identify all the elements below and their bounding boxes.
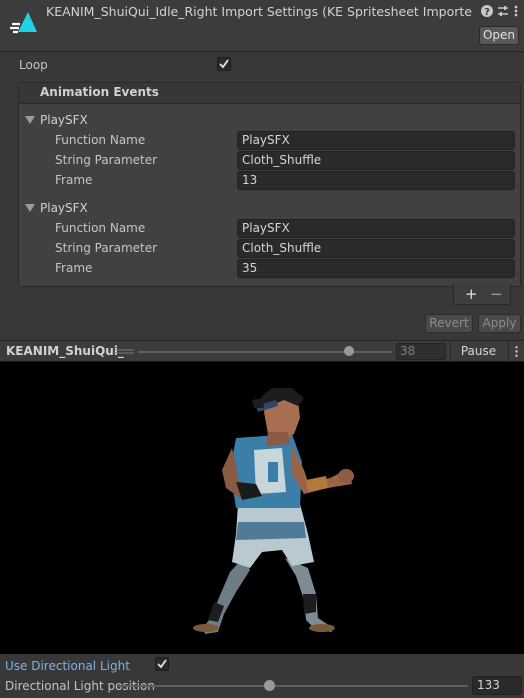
- pause-button[interactable]: Pause: [450, 341, 506, 362]
- animation-preview-viewport[interactable]: [0, 362, 524, 654]
- string-parameter-field[interactable]: Cloth_Shuffle: [237, 151, 515, 170]
- apply-button[interactable]: Apply: [478, 314, 521, 333]
- directional-light-slider-track[interactable]: [118, 685, 468, 687]
- function-name-label: Function Name: [55, 221, 146, 235]
- frame-field[interactable]: 35: [237, 259, 515, 278]
- preview-toolbar: KEANIM_ShuiQui_ 38 Pause: [0, 340, 524, 362]
- use-directional-light-label: Use Directional Light: [5, 659, 130, 673]
- function-name-label: Function Name: [55, 133, 146, 147]
- frame-field[interactable]: 13: [237, 171, 515, 190]
- function-name-field[interactable]: PlaySFX: [237, 131, 515, 150]
- clip-name: KEANIM_ShuiQui_: [6, 344, 124, 358]
- loop-label: Loop: [19, 58, 48, 72]
- remove-event-button[interactable]: −: [490, 285, 503, 303]
- checkmark-icon: [157, 659, 167, 669]
- directional-light-position-field[interactable]: 133: [472, 676, 522, 695]
- playback-speed-icon[interactable]: [114, 348, 134, 356]
- window-title: KEANIM_ShuiQui_Idle_Right Import Setting…: [46, 4, 472, 19]
- timeline-track[interactable]: [138, 351, 392, 353]
- preview-frame-field[interactable]: 38: [396, 343, 446, 360]
- lighting-controls: Use Directional Light Directional Light …: [0, 654, 524, 698]
- settings-sliders-icon[interactable]: [496, 4, 510, 18]
- character-sprite: [193, 388, 354, 634]
- animation-events-header: Animation Events: [19, 83, 520, 104]
- use-directional-light-checkbox[interactable]: [155, 657, 169, 671]
- frame-label: Frame: [55, 261, 93, 275]
- timeline-scrubber[interactable]: [343, 346, 354, 356]
- foldout-arrow-icon[interactable]: [25, 116, 35, 124]
- ke-importer-logo-icon: [10, 12, 37, 34]
- string-parameter-label: String Parameter: [55, 153, 158, 167]
- function-name-field[interactable]: PlaySFX: [237, 219, 515, 238]
- directional-light-slider-thumb[interactable]: [263, 680, 275, 691]
- loop-checkbox[interactable]: [217, 57, 231, 71]
- event-name[interactable]: PlaySFX: [40, 201, 88, 215]
- frame-label: Frame: [55, 173, 93, 187]
- string-parameter-label: String Parameter: [55, 241, 158, 255]
- help-icon[interactable]: ?: [480, 4, 494, 18]
- string-parameter-field[interactable]: Cloth_Shuffle: [237, 239, 515, 258]
- svg-text:?: ?: [484, 7, 490, 18]
- checkmark-icon: [219, 59, 229, 69]
- add-event-button[interactable]: +: [465, 285, 478, 303]
- animation-events-panel: Animation Events PlaySFX Function Name P…: [18, 82, 521, 287]
- animation-events-title: Animation Events: [40, 85, 159, 99]
- kebab-menu-icon[interactable]: [512, 4, 520, 18]
- event-name[interactable]: PlaySFX: [40, 113, 88, 127]
- inspector-header: KEANIM_ShuiQui_Idle_Right Import Setting…: [0, 0, 524, 52]
- open-button[interactable]: Open: [479, 26, 519, 45]
- add-remove-footer: + −: [453, 284, 511, 305]
- preview-menu-icon[interactable]: [508, 341, 524, 362]
- revert-button[interactable]: Revert: [425, 314, 473, 333]
- foldout-arrow-icon[interactable]: [25, 204, 35, 212]
